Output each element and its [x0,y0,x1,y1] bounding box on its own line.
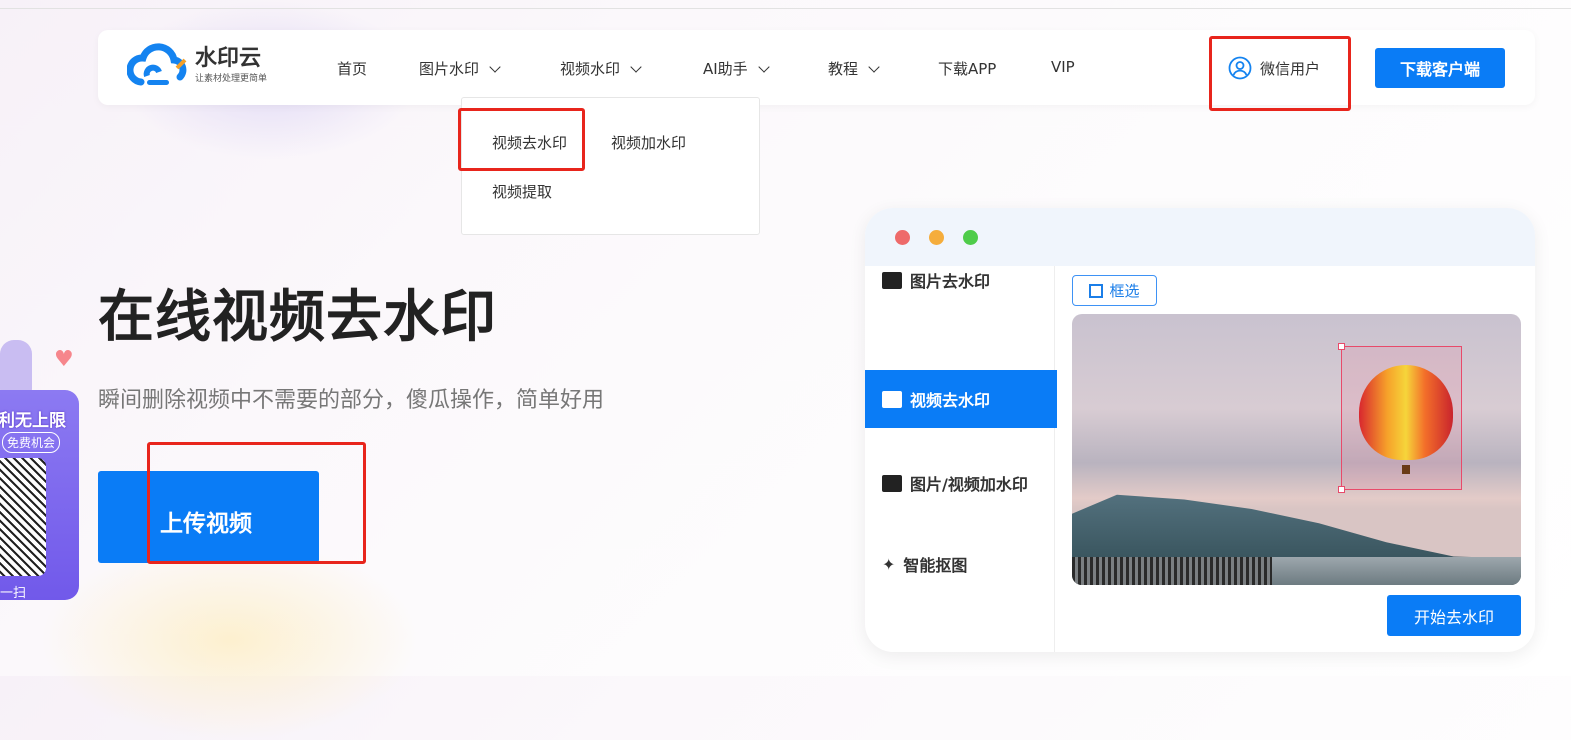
sidebar-item-add-watermark[interactable]: 图片/视频加水印 [865,454,1057,512]
highlight-box [458,108,585,171]
qr-code [0,458,46,576]
resize-handle[interactable] [1338,343,1345,350]
promo-scan-text: 一扫 [0,586,27,601]
logo-slogan: 让素材处理更简单 [195,73,268,84]
background-decoration [40,540,420,740]
chevron-down-icon [758,60,770,73]
promo-subtitle: 免费机会 [2,432,61,453]
nav-download-app[interactable]: 下载APP [938,58,996,79]
nav-label: 首页 [337,60,368,78]
dropdown-item-video-extract[interactable]: 视频提取 [492,181,552,202]
image-plus-icon [882,474,902,492]
close-dot-icon [895,230,910,245]
dropdown-item-add-video-watermark[interactable]: 视频加水印 [611,132,686,153]
selection-box[interactable] [1338,343,1462,493]
promo-title: 利无上限 [0,411,66,431]
magic-wand-icon: ✦ [882,554,896,574]
nav-home[interactable]: 首页 [337,58,367,79]
chevron-down-icon [489,60,501,73]
nav-label: 下载APP [938,60,997,78]
page-subtitle: 瞬间删除视频中不需要的部分，傻瓜操作，简单好用 [98,388,605,413]
nav-video-watermark[interactable]: 视频水印 [560,58,642,79]
download-client-button[interactable]: 下载客户端 [1375,48,1505,88]
highlight-box [1209,36,1351,111]
nav-label: 教程 [828,60,859,78]
nav-vip[interactable]: VIP [1051,58,1075,76]
balloon-basket [1402,465,1410,474]
chevron-down-icon [630,60,642,73]
logo[interactable]: 水印云 让素材处理更简单 [127,42,267,88]
start-remove-button[interactable]: 开始去水印 [1387,595,1521,636]
app-preview-window: 图片去水印 视频去水印 图片/视频加水印 ✦ 智能抠图 框选 开始去水印 [865,208,1535,652]
maximize-dot-icon [963,230,978,245]
nav-tutorial[interactable]: 教程 [828,58,880,79]
image-minus-icon [882,271,902,289]
sidebar-item-label: 图片去水印 [910,272,991,291]
promo-qr-card[interactable]: 利无上限 免费机会 一扫 [0,390,79,601]
heart-icon: ♥ [54,347,74,372]
sidebar-item-image-remove[interactable]: 图片去水印 [865,251,1057,309]
video-minus-icon [882,390,902,408]
select-frame-icon [1089,283,1104,298]
top-divider [0,8,1571,9]
nav-label: VIP [1051,58,1075,76]
page-title: 在线视频去水印 [98,285,497,350]
box-select-button[interactable]: 框选 [1072,275,1157,306]
nav-label: AI助手 [703,60,748,78]
sidebar-item-label: 智能抠图 [903,556,968,575]
preview-sidebar: 图片去水印 视频去水印 图片/视频加水印 ✦ 智能抠图 [865,266,1057,652]
preview-image [1072,314,1521,585]
resize-handle[interactable] [1338,486,1345,493]
pier [1072,557,1272,585]
sidebar-item-label: 视频去水印 [910,391,991,410]
minimize-dot-icon [929,230,944,245]
logo-name: 水印云 [195,45,262,71]
highlight-box [147,442,366,564]
cloud-logo-icon [127,43,187,86]
sidebar-item-smart-cutout[interactable]: ✦ 智能抠图 [865,535,1057,593]
nav-image-watermark[interactable]: 图片水印 [419,58,501,79]
nav-ai-assistant[interactable]: AI助手 [703,58,770,79]
mascot-illustration [0,340,32,395]
box-select-label: 框选 [1109,282,1140,300]
sidebar-item-video-remove[interactable]: 视频去水印 [865,370,1057,428]
hot-air-balloon [1359,365,1453,460]
chevron-down-icon [868,60,880,73]
nav-label: 图片水印 [419,60,480,78]
sidebar-item-label: 图片/视频加水印 [910,475,1028,494]
nav-label: 视频水印 [560,60,621,78]
